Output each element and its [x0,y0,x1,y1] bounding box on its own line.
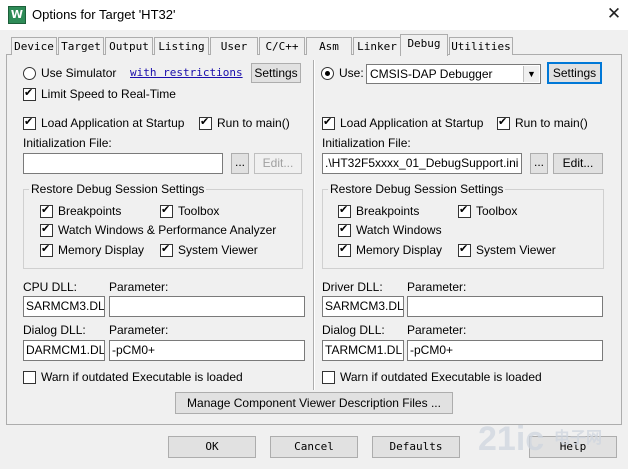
watermark-text: 电子网 [554,430,603,447]
chevron-down-icon[interactable]: ▼ [523,66,539,82]
ok-button[interactable]: OK [168,436,256,458]
right-run-to-main-label: Run to main() [515,116,588,130]
left-memory-checkbox[interactable] [40,242,53,257]
tab-utilities[interactable]: Utilities [449,37,513,55]
left-run-to-main-label: Run to main() [217,116,290,130]
left-breakpoints-checkbox[interactable] [40,203,53,218]
app-icon: W [8,6,26,24]
right-breakpoints-label: Breakpoints [356,204,420,218]
cpu-dll-field[interactable]: SARMCM3.DLL [23,296,105,317]
right-warn-label: Warn if outdated Executable is loaded [340,370,542,384]
right-toolbox-label: Toolbox [476,204,518,218]
right-init-file-field[interactable]: .\HT32F5xxxx_01_DebugSupport.ini [322,153,522,174]
driver-dll-label: Driver DLL: [322,280,383,294]
left-init-file-field[interactable] [23,153,223,174]
use-debugger-radio[interactable] [321,67,334,80]
cpu-param-field[interactable] [109,296,305,317]
left-warn-label: Warn if outdated Executable is loaded [41,370,243,384]
tab-c-cpp[interactable]: C/C++ [259,37,305,55]
right-browse-button[interactable]: ... [530,153,548,174]
right-load-app-checkbox[interactable] [322,115,335,130]
left-dialog-dll-label: Dialog DLL: [23,323,86,337]
left-warn-checkbox[interactable] [23,371,36,384]
cancel-button[interactable]: Cancel [270,436,358,458]
left-toolbox-checkbox[interactable] [160,203,173,218]
driver-param-field[interactable] [407,296,603,317]
tab-asm[interactable]: Asm [306,37,352,55]
left-dialog-dll-field[interactable]: DARMCM1.DLL [23,340,105,361]
driver-param-label: Parameter: [407,280,467,294]
right-system-viewer-label: System Viewer [476,243,556,257]
right-watch-checkbox[interactable] [338,222,351,237]
right-load-app-label: Load Application at Startup [340,116,484,130]
manage-component-viewer-button[interactable]: Manage Component Viewer Description File… [175,392,453,414]
use-label: Use: [339,66,364,80]
cpu-param-label: Parameter: [109,280,169,294]
right-watch-label: Watch Windows [356,223,442,237]
right-breakpoints-checkbox[interactable] [338,203,351,218]
debugger-select[interactable]: CMSIS-DAP Debugger ▼ [366,64,541,84]
tab-device[interactable]: Device [11,37,57,55]
left-watch-label: Watch Windows & Performance Analyzer [58,223,277,237]
right-memory-checkbox[interactable] [338,242,351,257]
right-memory-label: Memory Display [356,243,443,257]
tab-listing[interactable]: Listing [154,37,209,55]
right-dialog-dll-field[interactable]: TARMCM1.DLL [322,340,404,361]
right-restore-group-title: Restore Debug Session Settings [328,182,506,196]
right-edit-button[interactable]: Edit... [553,153,603,174]
right-run-to-main-checkbox[interactable] [497,115,510,130]
simulator-settings-button[interactable]: Settings [251,63,301,83]
watermark-logo: 21ic [478,420,545,458]
left-system-viewer-checkbox[interactable] [160,242,173,257]
cpu-dll-label: CPU DLL: [23,280,78,294]
left-watch-checkbox[interactable] [40,222,53,237]
defaults-button[interactable]: Defaults [372,436,460,458]
use-simulator-label: Use Simulator [41,66,117,80]
right-dialog-dll-label: Dialog DLL: [322,323,385,337]
left-browse-button[interactable]: ... [231,153,249,174]
left-breakpoints-label: Breakpoints [58,204,122,218]
tab-target[interactable]: Target [58,37,104,55]
close-icon[interactable]: ✕ [602,3,626,25]
driver-dll-field[interactable]: SARMCM3.DLL [322,296,404,317]
left-load-app-checkbox[interactable] [23,115,36,130]
right-init-file-label: Initialization File: [322,136,411,150]
tab-debug[interactable]: Debug [400,34,448,56]
debugger-settings-button[interactable]: Settings [547,62,602,84]
limit-speed-checkbox[interactable] [23,86,36,101]
right-system-viewer-checkbox[interactable] [458,242,471,257]
tab-output[interactable]: Output [105,37,153,55]
tab-user[interactable]: User [210,37,258,55]
left-run-to-main-checkbox[interactable] [199,115,212,130]
tab-linker[interactable]: Linker [353,37,401,55]
right-dialog-param-label: Parameter: [407,323,467,337]
debugger-select-value: CMSIS-DAP Debugger [370,67,493,81]
window-title: Options for Target 'HT32' [32,7,176,22]
left-restore-group-title: Restore Debug Session Settings [29,182,207,196]
column-divider-highlight [314,60,315,390]
left-toolbox-label: Toolbox [178,204,220,218]
right-warn-checkbox[interactable] [322,371,335,384]
left-system-viewer-label: System Viewer [178,243,258,257]
left-dialog-param-label: Parameter: [109,323,169,337]
limit-speed-label: Limit Speed to Real-Time [41,87,176,101]
left-dialog-param-field[interactable]: -pCM0+ [109,340,305,361]
left-edit-button[interactable]: Edit... [254,153,302,174]
left-init-file-label: Initialization File: [23,136,112,150]
right-dialog-param-field[interactable]: -pCM0+ [407,340,603,361]
right-toolbox-checkbox[interactable] [458,203,471,218]
left-load-app-label: Load Application at Startup [41,116,185,130]
left-memory-label: Memory Display [58,243,145,257]
with-restrictions-link[interactable]: with restrictions [130,66,243,79]
use-simulator-radio[interactable] [23,67,36,80]
